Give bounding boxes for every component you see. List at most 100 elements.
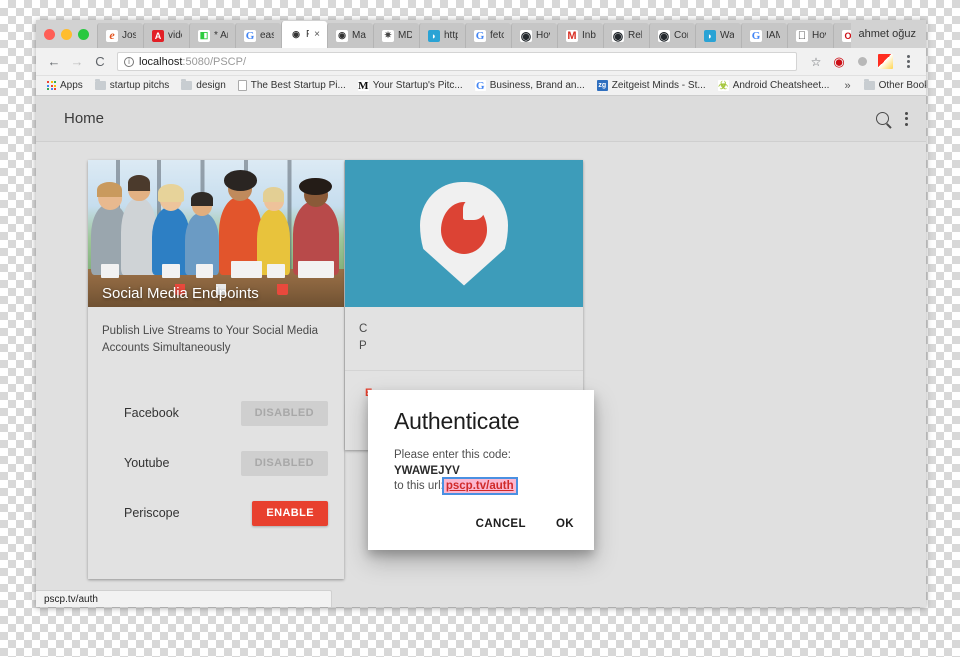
apple-icon:  [796, 29, 808, 42]
back-button[interactable]: ← [44, 52, 64, 72]
browser-tab[interactable]: ◉ Hov [511, 23, 557, 48]
browser-tab[interactable]: G IAM [741, 23, 787, 48]
cancel-button[interactable]: CANCEL [472, 512, 530, 536]
site-info-icon[interactable]: i [124, 56, 134, 67]
close-tab-icon[interactable]: × [314, 29, 320, 40]
edge-icon: e [106, 29, 118, 42]
bookmark-your-startups-pitch[interactable]: M Your Startup's Pitc... [353, 77, 468, 95]
authenticate-dialog: Authenticate Please enter this code: YWA… [368, 390, 594, 550]
folder-icon [181, 79, 193, 90]
browser-tab[interactable]: ◗ http [419, 23, 465, 48]
tab-list: e Jos Avide ◧ * Ar Geas ◉ F × ◉ Mat ✷ MDI ◗ htt… [97, 20, 851, 48]
browser-menu-button[interactable] [898, 52, 918, 72]
bookmark-label: Business, Brand an... [489, 80, 585, 91]
card-hero-title: Social Media Endpoints [102, 285, 259, 302]
forward-button[interactable]: → [67, 52, 87, 72]
tab-label: Hov [536, 30, 550, 41]
ok-button[interactable]: OK [552, 512, 578, 536]
url-path: :5080/PSCP/ [182, 55, 247, 68]
folder-icon [94, 79, 106, 90]
bookmark-apps[interactable]: Apps [42, 77, 88, 95]
browser-tab[interactable]: Gfetc [465, 23, 511, 48]
github-icon: ◉ [612, 29, 624, 42]
reload-button[interactable]: C [90, 52, 110, 72]
bookmark-label: Your Startup's Pitc... [372, 80, 463, 91]
opera-icon: O [842, 29, 851, 42]
bookmark-label: startup pitchs [109, 80, 170, 91]
google-icon: G [244, 29, 256, 42]
google-icon: G [474, 79, 486, 92]
opera-extension-icon[interactable]: ◉ [829, 52, 849, 72]
search-icon[interactable] [876, 112, 889, 125]
browser-tab[interactable]: ◗ Wat [695, 23, 741, 48]
app-bar: Home [36, 96, 926, 142]
url-host: localhost [139, 55, 183, 68]
maximize-window-button[interactable] [78, 28, 89, 40]
folder-icon [863, 79, 875, 90]
tab-label: F [306, 29, 310, 40]
bookmark-zeitgeist-minds[interactable]: zg Zeitgeist Minds - St... [592, 77, 711, 95]
github-icon: ◉ [520, 29, 532, 42]
bookmark-folder-design[interactable]: design [176, 77, 230, 95]
profile-name[interactable]: ahmet oğuz [851, 28, 926, 40]
browser-window: e Jos Avide ◧ * Ar Geas ◉ F × ◉ Mat ✷ MDI ◗ htt… [36, 20, 926, 607]
browser-tab[interactable]: Avide [143, 23, 189, 48]
periscope-icon: ◗ [428, 29, 440, 42]
tab-label: MDI [398, 30, 412, 41]
overflow-menu-icon[interactable] [905, 111, 908, 126]
endpoint-row-facebook: Facebook DISABLED [88, 388, 344, 438]
browser-tab[interactable]: ◉ Rele [603, 23, 649, 48]
periscope-card-line1: C [359, 323, 368, 335]
browser-tab[interactable]: ◉ Con [649, 23, 695, 48]
bookmark-star-icon[interactable]: ☆ [806, 52, 826, 72]
periscope-card-line2: P [359, 339, 367, 352]
bookmark-label: Android Cheatsheet... [732, 80, 830, 91]
bookmark-folder-startup-pitchs[interactable]: startup pitchs [90, 77, 174, 95]
browser-tab[interactable]: ODas [833, 23, 851, 48]
tab-label: * Ar [214, 30, 228, 41]
close-window-button[interactable] [44, 28, 55, 40]
browser-tab[interactable]:  Hov [787, 23, 833, 48]
bookmark-label: Other Bookmarks [878, 80, 926, 91]
browser-tab[interactable]: ◧ * Ar [189, 23, 235, 48]
bookmark-business-brand[interactable]: G Business, Brand an... [470, 77, 590, 95]
browser-tab[interactable]: M Inbc [557, 23, 603, 48]
bookmark-best-startup-pitch[interactable]: The Best Startup Pi... [233, 77, 351, 95]
evernote-icon: ◧ [198, 29, 210, 42]
dialog-message: Please enter this code: YWAWEJYV to this… [394, 448, 572, 496]
grey-dot-extension-icon[interactable] [852, 52, 872, 72]
browser-tab-active[interactable]: ◉ F × [281, 21, 327, 48]
bookmark-label: design [196, 80, 226, 91]
youtube-toggle-button[interactable]: DISABLED [240, 450, 328, 476]
tab-label: fetc [490, 30, 504, 41]
tab-label: eas [260, 30, 274, 41]
bookmark-android-cheatsheet[interactable]: ☣ Android Cheatsheet... [713, 77, 835, 95]
bookmark-other-bookmarks[interactable]: Other Bookmarks [859, 77, 926, 95]
app-bar-actions [876, 111, 908, 126]
dialog-message-prefix: Please enter this code: [394, 449, 511, 461]
bookmarks-overflow-button[interactable]: » [838, 80, 856, 92]
adobe-icon: A [152, 29, 164, 42]
facebook-toggle-button[interactable]: DISABLED [240, 400, 328, 426]
tab-label: http [444, 30, 458, 41]
document-icon [237, 80, 247, 91]
tab-label: Hov [812, 30, 826, 41]
tab-label: vide [168, 30, 182, 41]
image-extension-icon[interactable] [875, 52, 895, 72]
bookmark-label: The Best Startup Pi... [250, 80, 346, 91]
minimize-window-button[interactable] [61, 28, 72, 40]
tab-label: Rele [628, 30, 642, 41]
periscope-card-body: C P [345, 307, 583, 362]
periscope-enable-button[interactable]: ENABLE [252, 500, 328, 526]
browser-tab[interactable]: e Jos [97, 23, 143, 48]
browser-tab[interactable]: Geas [235, 23, 281, 48]
browser-tab[interactable]: ◉ Mat [327, 23, 373, 48]
endpoint-name: Facebook [124, 406, 179, 421]
bookmark-label: Zeitgeist Minds - St... [611, 80, 706, 91]
address-bar[interactable]: i localhost:5080/PSCP/ [117, 52, 797, 71]
browser-tab[interactable]: ✷ MDI [373, 23, 419, 48]
auth-url-link[interactable]: pscp.tv/auth [441, 476, 518, 496]
window-controls [42, 20, 97, 48]
google-icon: G [750, 29, 762, 42]
dialog-title: Authenticate [394, 408, 520, 434]
